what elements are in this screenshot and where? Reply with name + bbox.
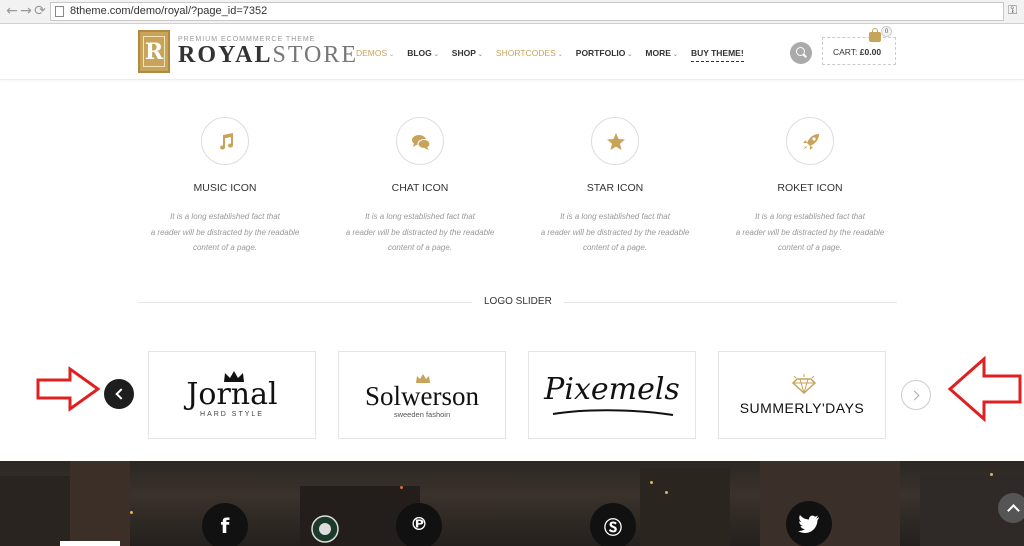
chevron-down-icon: ⌄ [433, 52, 439, 58]
brand-name[interactable]: ROYALSTORE [178, 42, 358, 69]
footer-bar [60, 541, 120, 546]
chat-icon[interactable] [396, 117, 444, 165]
logo-subtitle: sweeden fashoin [393, 410, 451, 419]
logo-name: Pixemels [544, 372, 680, 407]
menu-item-buy-theme[interactable]: BUY THEME! [690, 48, 744, 62]
feature-title: ROKET ICON [777, 182, 843, 194]
pinterest-icon[interactable]: ℗ [396, 503, 442, 546]
feature-music: MUSIC ICON It is a long established fact… [125, 117, 325, 256]
logo-name: Solwerson [365, 381, 479, 411]
menu-item-more[interactable]: MORE ⌄ [645, 48, 678, 62]
chevron-down-icon: ⌄ [627, 52, 633, 58]
logo-emblem[interactable]: R [138, 30, 170, 73]
feature-chat: CHAT ICON It is a long established fact … [320, 117, 520, 256]
cart-label: CART: £0.00 [833, 47, 882, 57]
search-icon[interactable] [790, 42, 812, 64]
browser-toolbar: ← → ⟳ 8theme.com/demo/royal/?page_id=735… [0, 0, 1024, 24]
page-icon [55, 6, 64, 17]
section-title: LOGO SLIDER [472, 296, 564, 307]
feature-star: STAR ICON It is a long established fact … [515, 117, 715, 256]
feature-title: CHAT ICON [391, 182, 449, 194]
diamond-icon [791, 374, 817, 394]
slider-prev-button[interactable] [104, 379, 134, 409]
menu-item-shortcodes[interactable]: SHORTCODES ⌄ [496, 48, 563, 62]
slider-next-button[interactable] [901, 380, 931, 410]
cart-button[interactable]: 0 CART: £0.00 [822, 26, 896, 65]
menu-item-blog[interactable]: BLOG ⌄ [407, 48, 439, 62]
logo-card-summerlydays[interactable]: SUMMERLY'DAYS [718, 351, 886, 439]
annotation-arrow-right [36, 366, 100, 412]
music-icon[interactable] [201, 117, 249, 165]
swoosh-decoration [552, 409, 674, 416]
menu-item-portfolio[interactable]: PORTFOLIO ⌄ [576, 48, 633, 62]
footer-background: f ℗ Ⓢ [0, 461, 1024, 546]
menu-item-shop[interactable]: SHOP ⌄ [452, 48, 483, 62]
annotation-arrow-left [948, 356, 1022, 422]
cart-count-badge: 0 [881, 26, 892, 37]
feature-rocket: ROKET ICON It is a long established fact… [710, 117, 910, 256]
logo-card-pixemels[interactable]: Pixemels [528, 351, 696, 439]
feature-text: It is a long established fact that a read… [150, 212, 300, 252]
feature-title: STAR ICON [586, 182, 644, 194]
shopping-bag-icon [869, 28, 881, 42]
url-text[interactable]: 8theme.com/demo/royal/?page_id=7352 [70, 5, 267, 17]
main-menu: DEMOS ⌄ BLOG ⌄ SHOP ⌄ SHORTCODES ⌄ PORTFOLIO… [356, 48, 757, 62]
logo-card-solwerson[interactable]: Solwerson sweeden fashoin [338, 351, 506, 439]
scroll-to-top-button[interactable] [998, 493, 1024, 523]
key-icon[interactable]: ⚿ [1008, 3, 1017, 18]
logo-name: SUMMERLY'DAYS [739, 400, 865, 416]
feature-text: It is a long established fact that a read… [735, 212, 885, 252]
reload-icon[interactable]: ⟳ [32, 3, 48, 19]
chevron-down-icon: ⌄ [557, 52, 563, 58]
feature-title: MUSIC ICON [193, 182, 257, 194]
rocket-icon[interactable] [786, 117, 834, 165]
logo-name: Jornal [186, 377, 278, 412]
logo-card-jornal[interactable]: Jornal HARD STYLE [148, 351, 316, 439]
chevron-down-icon: ⌄ [389, 52, 395, 58]
logo-subtitle: HARD STYLE [200, 411, 264, 418]
menu-item-demos[interactable]: DEMOS ⌄ [356, 48, 394, 62]
chevron-down-icon: ⌄ [477, 52, 483, 58]
feature-text: It is a long established fact that a read… [345, 212, 495, 252]
address-bar[interactable]: 8theme.com/demo/royal/?page_id=7352 [50, 2, 1004, 21]
site-header: R PREMIUM ECOMMMERCE THEME ROYALSTORE DE… [0, 24, 1024, 80]
skype-icon[interactable]: Ⓢ [590, 503, 636, 546]
chevron-down-icon: ⌄ [672, 52, 678, 58]
star-icon[interactable] [591, 117, 639, 165]
facebook-icon[interactable]: f [202, 503, 248, 546]
feature-text: It is a long established fact that a read… [540, 212, 690, 252]
twitter-icon[interactable] [786, 501, 832, 546]
